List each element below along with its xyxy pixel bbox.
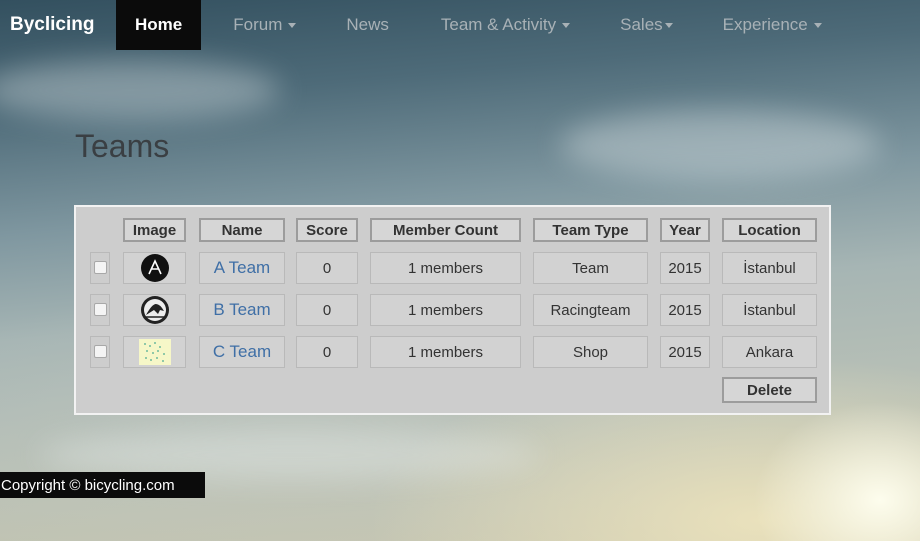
team-year-cell: 2015	[660, 252, 710, 284]
row-select-cell	[90, 336, 110, 368]
row-checkbox[interactable]	[94, 261, 107, 274]
team-year-cell: 2015	[660, 294, 710, 326]
team-name-link[interactable]: B Team	[213, 300, 270, 320]
teams-table-panel: Image Name Score Member Count Team Type …	[74, 205, 831, 415]
team-image-cell	[123, 336, 186, 368]
team-location-cell: İstanbul	[722, 294, 817, 326]
brand-logo-text[interactable]: Byclicing	[0, 0, 116, 50]
header-image: Image	[123, 218, 186, 242]
caret-down-icon	[664, 22, 673, 28]
team-name-cell: C Team	[199, 336, 285, 368]
team-year-cell: 2015	[660, 336, 710, 368]
team-image-cell	[123, 252, 186, 284]
delete-button[interactable]: Delete	[722, 377, 817, 403]
nav-news[interactable]: News	[330, 0, 405, 50]
nav-home-label: Home	[135, 15, 183, 34]
nav-sales-label: Sales	[620, 15, 663, 34]
team-score-cell: 0	[296, 252, 358, 284]
team-location-cell: Ankara	[722, 336, 817, 368]
a-team-logo-icon	[140, 254, 169, 282]
header-name: Name	[199, 218, 285, 242]
team-type-cell: Shop	[533, 336, 648, 368]
team-name-cell: B Team	[199, 294, 285, 326]
row-checkbox[interactable]	[94, 345, 107, 358]
team-type-cell: Racingteam	[533, 294, 648, 326]
nav-experience[interactable]: Experience	[707, 0, 838, 50]
header-location: Location	[722, 218, 817, 242]
nav-team-activity[interactable]: Team & Activity	[425, 0, 586, 50]
caret-down-icon	[562, 22, 571, 28]
nav-forum-label: Forum	[233, 15, 283, 34]
nav-sales[interactable]: Sales	[604, 0, 689, 50]
nav-experience-label: Experience	[722, 15, 808, 34]
row-select-cell	[90, 252, 110, 284]
team-members-cell: 1 members	[370, 294, 521, 326]
top-navbar: Byclicing Home Forum News Team & Activit…	[0, 0, 920, 50]
b-team-logo-icon	[140, 296, 169, 324]
c-team-logo-icon	[138, 339, 171, 365]
team-name-link[interactable]: C Team	[213, 342, 271, 362]
page-title: Teams	[75, 128, 170, 164]
nav-team-activity-label: Team & Activity	[440, 15, 557, 34]
caret-down-icon	[288, 22, 297, 28]
team-score-cell: 0	[296, 336, 358, 368]
nav-forum[interactable]: Forum	[217, 0, 312, 50]
caret-down-icon	[813, 22, 822, 28]
team-type-cell: Team	[533, 252, 648, 284]
header-score: Score	[296, 218, 358, 242]
team-location-cell: İstanbul	[722, 252, 817, 284]
row-checkbox[interactable]	[94, 303, 107, 316]
team-members-cell: 1 members	[370, 336, 521, 368]
footer-copyright: Copyright © bicycling.com	[0, 472, 205, 498]
team-members-cell: 1 members	[370, 252, 521, 284]
nav-news-label: News	[346, 15, 389, 34]
header-year: Year	[660, 218, 710, 242]
header-member-count: Member Count	[370, 218, 521, 242]
team-score-cell: 0	[296, 294, 358, 326]
header-team-type: Team Type	[533, 218, 648, 242]
row-select-cell	[90, 294, 110, 326]
nav-home[interactable]: Home	[116, 0, 202, 50]
team-image-cell	[123, 294, 186, 326]
team-name-cell: A Team	[199, 252, 285, 284]
team-name-link[interactable]: A Team	[214, 258, 270, 278]
